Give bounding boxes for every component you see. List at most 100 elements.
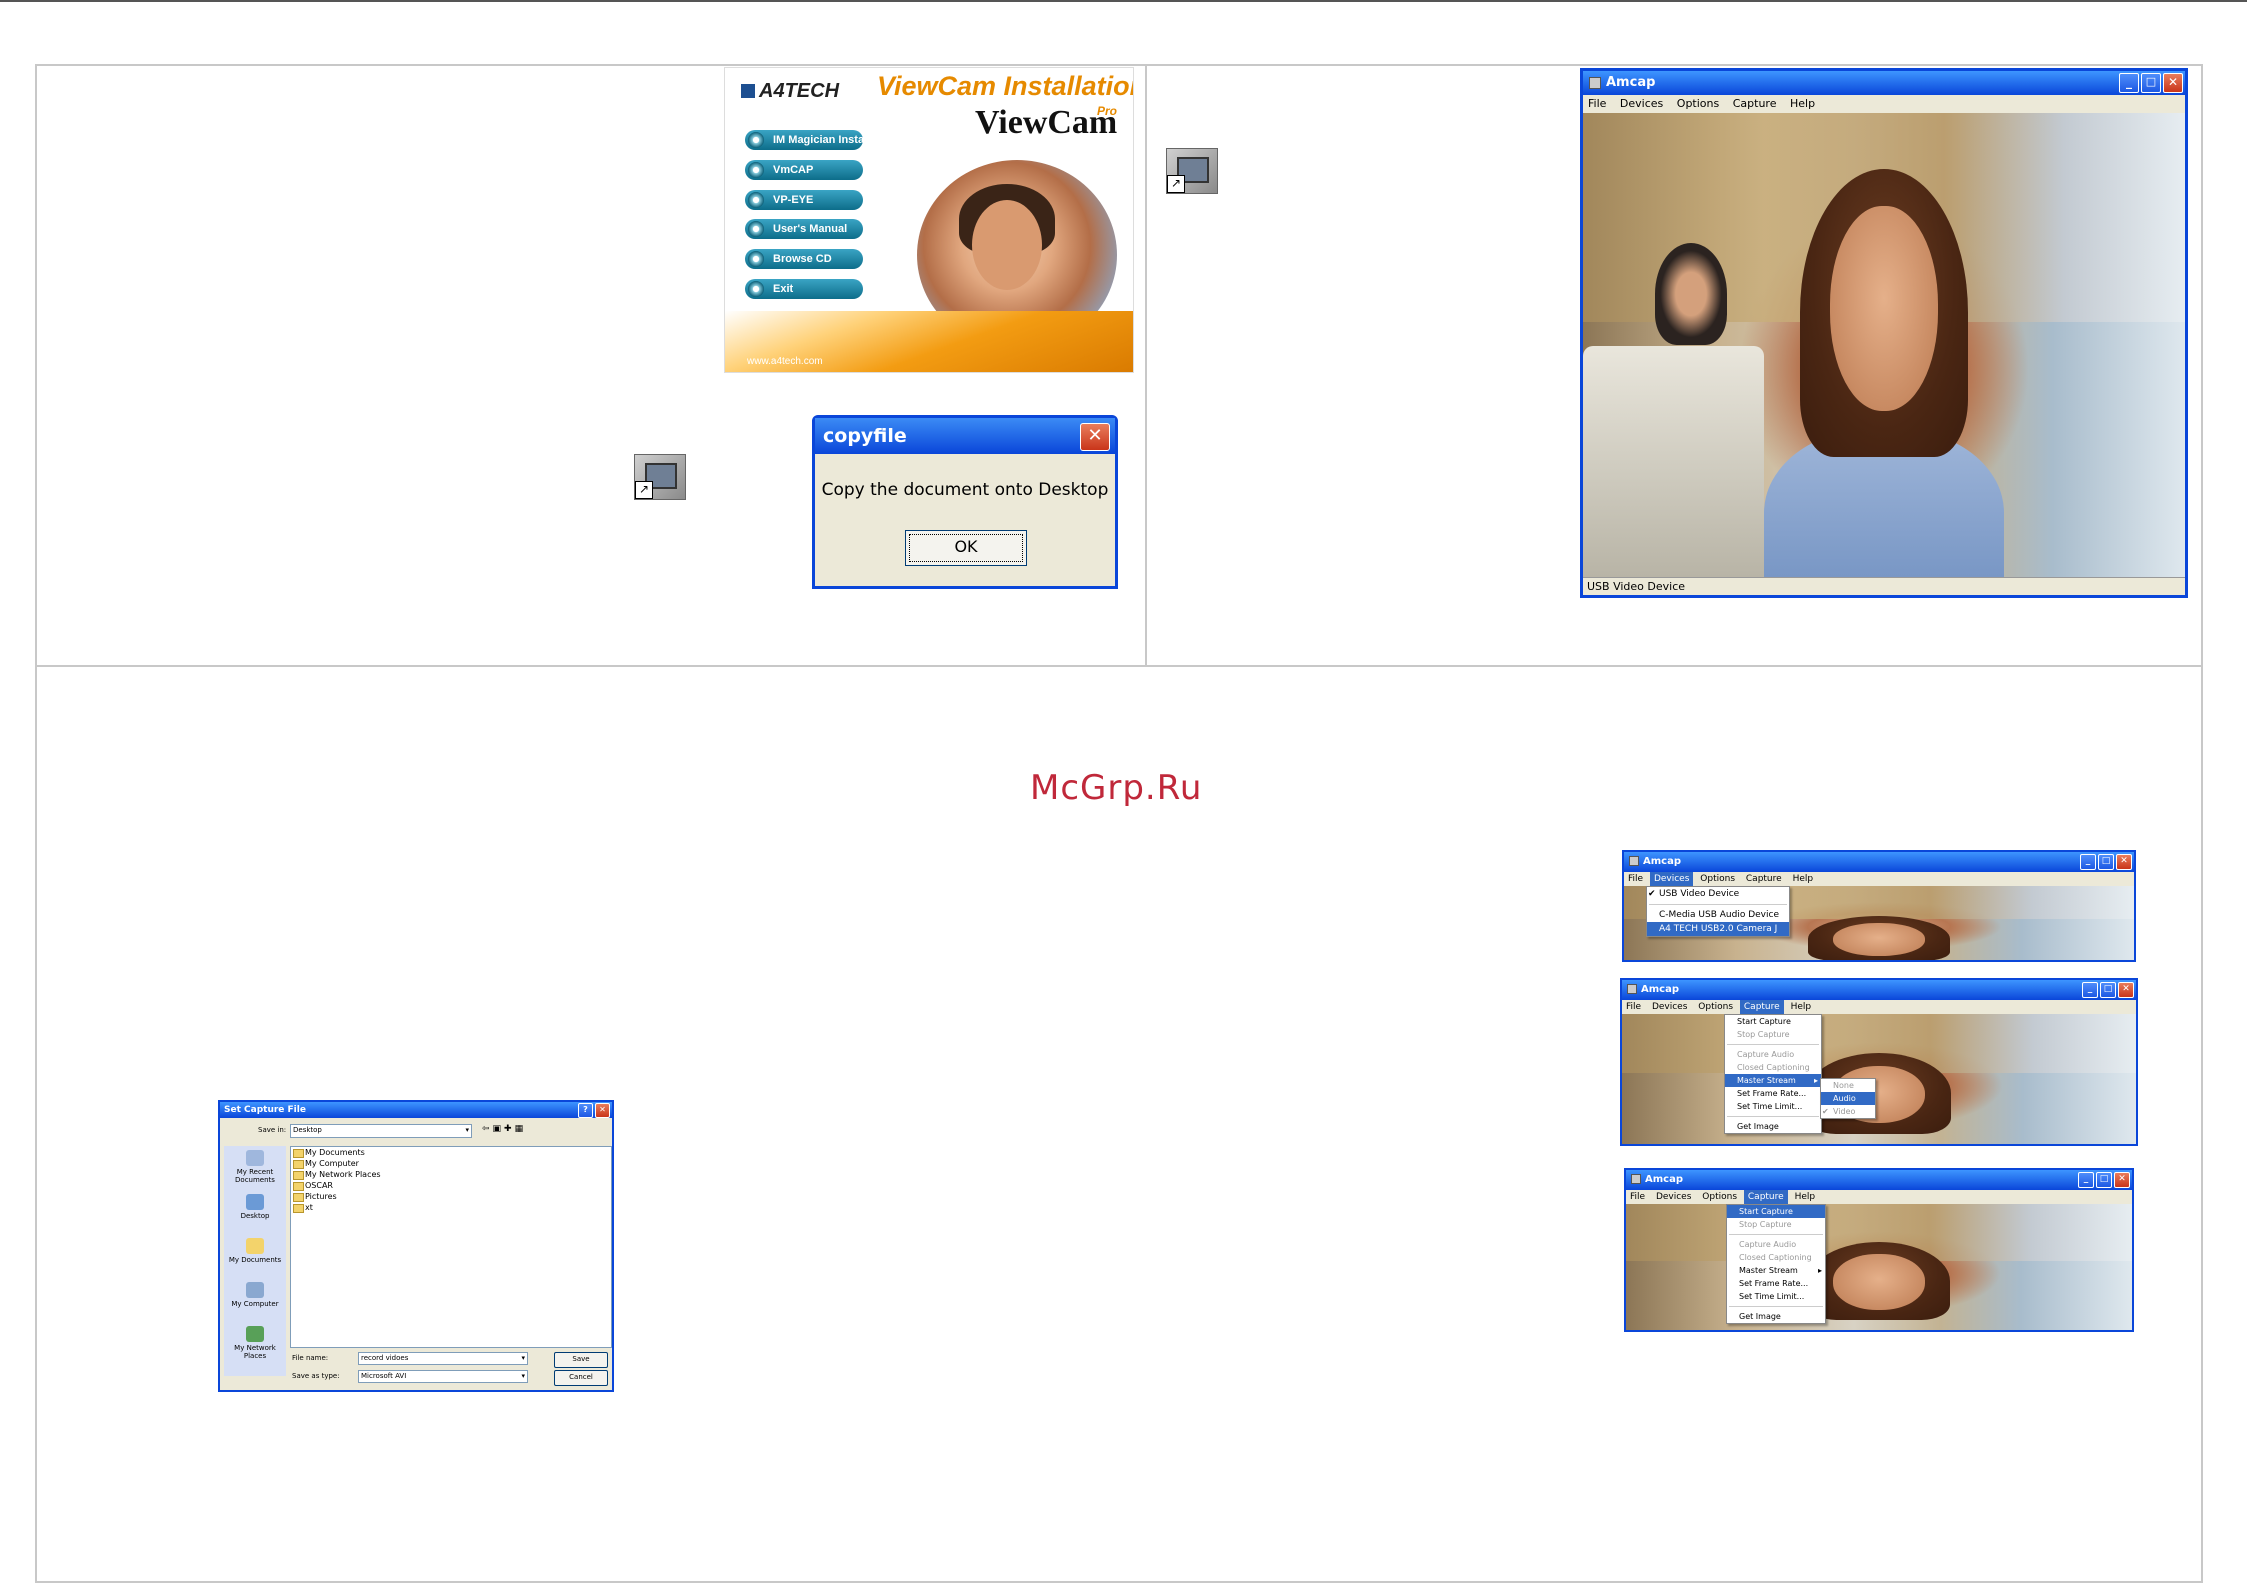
menu-item-get-image[interactable]: Get Image <box>1727 1310 1825 1323</box>
menu-options[interactable]: Options <box>1672 95 1724 112</box>
menu-options[interactable]: Options <box>1698 1190 1741 1204</box>
list-item[interactable]: Pictures <box>291 1191 611 1202</box>
list-item[interactable]: My Network Places <box>291 1169 611 1180</box>
maximize-icon[interactable]: □ <box>2141 73 2161 93</box>
save-dialog-title-bar: Set Capture File ? ✕ <box>220 1102 612 1118</box>
maximize-icon[interactable]: □ <box>2100 982 2116 998</box>
menu-item-closed-captioning[interactable]: Closed Captioning <box>1727 1251 1825 1264</box>
vertical-divider <box>1145 64 1147 666</box>
file-name-input[interactable]: record vidoes ▾ <box>358 1352 528 1365</box>
list-item[interactable]: My Documents <box>291 1147 611 1158</box>
menu-item-start-capture[interactable]: Start Capture <box>1727 1205 1825 1218</box>
menu-devices[interactable]: Devices <box>1652 1190 1695 1204</box>
minimize-icon[interactable]: _ <box>2078 1172 2094 1188</box>
master-stream-submenu: None Audio Video <box>1820 1078 1876 1119</box>
video-preview <box>1626 1204 2132 1330</box>
menu-help[interactable]: Help <box>1787 1000 1816 1014</box>
place-my-recent-documents[interactable]: My Recent Documents <box>224 1150 286 1184</box>
cancel-button[interactable]: Cancel <box>554 1370 608 1386</box>
amcap-app-icon <box>1589 76 1601 89</box>
chevron-down-icon: ▾ <box>465 1126 469 1134</box>
menu-options[interactable]: Options <box>1696 872 1739 886</box>
menu-item-set-frame-rate[interactable]: Set Frame Rate... <box>1727 1277 1825 1290</box>
capture-dropdown: Start Capture Stop Capture Capture Audio… <box>1726 1204 1826 1324</box>
save-button[interactable]: Save <box>554 1352 608 1368</box>
amcap-title-bar: Amcap _ □ ✕ <box>1626 1170 2132 1190</box>
my-documents-icon <box>246 1238 264 1254</box>
menu-file[interactable]: File <box>1622 1000 1645 1014</box>
menu-devices[interactable]: Devices <box>1649 872 1694 886</box>
amcap-shortcut-icon[interactable]: ↗ <box>634 454 686 500</box>
top-rule <box>0 0 2247 2</box>
place-my-documents[interactable]: My Documents <box>224 1238 286 1264</box>
recent-documents-icon <box>246 1150 264 1166</box>
menu-item-set-frame-rate[interactable]: Set Frame Rate... <box>1725 1087 1821 1100</box>
im-magician-install-button[interactable]: IM Magician Install <box>745 130 870 150</box>
save-in-select[interactable]: Desktop ▾ <box>290 1124 472 1138</box>
amcap-shortcut-icon-2[interactable]: ↗ <box>1166 148 1218 194</box>
menu-help[interactable]: Help <box>1791 1190 1820 1204</box>
menu-item-set-time-limit[interactable]: Set Time Limit... <box>1727 1290 1825 1303</box>
list-item[interactable]: xt <box>291 1202 611 1213</box>
menu-item-stop-capture[interactable]: Stop Capture <box>1727 1218 1825 1231</box>
save-as-type-select[interactable]: Microsoft AVI ▾ <box>358 1370 528 1383</box>
help-icon[interactable]: ? <box>578 1103 593 1118</box>
close-icon[interactable]: ✕ <box>2163 73 2183 93</box>
menu-item-cmedia-audio[interactable]: C-Media USB Audio Device <box>1647 908 1789 922</box>
installer-title: ViewCam Installation <box>877 71 1134 101</box>
submenu-item-none[interactable]: None <box>1821 1079 1875 1092</box>
menu-file[interactable]: File <box>1626 1190 1649 1204</box>
menu-item-set-time-limit[interactable]: Set Time Limit... <box>1725 1100 1821 1113</box>
menu-item-capture-audio[interactable]: Capture Audio <box>1727 1238 1825 1251</box>
menu-item-usb-video-device[interactable]: USB Video Device <box>1647 887 1789 901</box>
vmcap-button[interactable]: VmCAP <box>745 160 863 180</box>
submenu-item-audio[interactable]: Audio <box>1821 1092 1875 1105</box>
menu-item-a4tech-camera[interactable]: A4 TECH USB2.0 Camera J <box>1647 922 1789 936</box>
maximize-icon[interactable]: □ <box>2096 1172 2112 1188</box>
devices-dropdown: USB Video Device C-Media USB Audio Devic… <box>1646 886 1790 937</box>
menu-capture[interactable]: Capture <box>1742 872 1786 886</box>
minimize-icon[interactable]: _ <box>2082 982 2098 998</box>
close-icon[interactable]: ✕ <box>2116 854 2132 870</box>
close-icon[interactable]: ✕ <box>2118 982 2134 998</box>
vp-eye-button[interactable]: VP-EYE <box>745 190 863 210</box>
menu-capture[interactable]: Capture <box>1739 1000 1784 1014</box>
list-item[interactable]: OSCAR <box>291 1180 611 1191</box>
dialog-title: copyfile <box>815 418 1115 454</box>
menu-devices[interactable]: Devices <box>1615 95 1668 112</box>
menu-item-get-image[interactable]: Get Image <box>1725 1120 1821 1133</box>
minimize-icon[interactable]: _ <box>2080 854 2096 870</box>
users-manual-button[interactable]: User's Manual <box>745 219 863 239</box>
place-desktop[interactable]: Desktop <box>224 1194 286 1220</box>
place-my-computer[interactable]: My Computer <box>224 1282 286 1308</box>
chevron-down-icon: ▾ <box>521 1372 525 1380</box>
copyfile-dialog: copyfile ✕ Copy the document onto Deskto… <box>812 415 1118 589</box>
menu-item-capture-audio[interactable]: Capture Audio <box>1725 1048 1821 1061</box>
maximize-icon[interactable]: □ <box>2098 854 2114 870</box>
exit-button[interactable]: Exit <box>745 279 863 299</box>
toolbar-icons[interactable]: ⇦▣✚▦ <box>482 1124 526 1134</box>
menu-item-master-stream[interactable]: Master Stream <box>1725 1074 1821 1087</box>
place-my-network-places[interactable]: My Network Places <box>224 1326 286 1360</box>
menu-file[interactable]: File <box>1583 95 1611 112</box>
close-icon[interactable]: ✕ <box>2114 1172 2130 1188</box>
minimize-icon[interactable]: _ <box>2119 73 2139 93</box>
menu-item-closed-captioning[interactable]: Closed Captioning <box>1725 1061 1821 1074</box>
menu-help[interactable]: Help <box>1789 872 1818 886</box>
close-icon[interactable]: ✕ <box>1080 423 1110 451</box>
browse-cd-button[interactable]: Browse CD <box>745 249 863 269</box>
menu-item-start-capture[interactable]: Start Capture <box>1725 1015 1821 1028</box>
menu-help[interactable]: Help <box>1785 95 1820 112</box>
close-icon[interactable]: ✕ <box>595 1103 610 1118</box>
menu-file[interactable]: File <box>1624 872 1647 886</box>
submenu-item-video[interactable]: Video <box>1821 1105 1875 1118</box>
menu-capture[interactable]: Capture <box>1728 95 1782 112</box>
amcap-title-bar: Amcap _ □ ✕ <box>1583 71 2185 95</box>
menu-capture[interactable]: Capture <box>1743 1190 1788 1204</box>
ok-button[interactable]: OK <box>905 530 1027 566</box>
menu-options[interactable]: Options <box>1694 1000 1737 1014</box>
menu-item-master-stream[interactable]: Master Stream <box>1727 1264 1825 1277</box>
menu-devices[interactable]: Devices <box>1648 1000 1691 1014</box>
list-item[interactable]: My Computer <box>291 1158 611 1169</box>
menu-item-stop-capture[interactable]: Stop Capture <box>1725 1028 1821 1041</box>
